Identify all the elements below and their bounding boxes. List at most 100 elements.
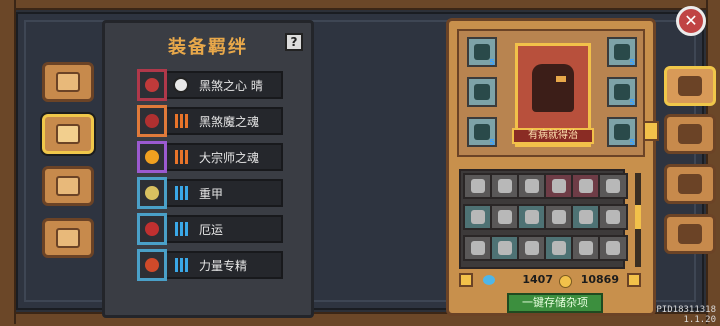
equipment-item-icon — [474, 124, 490, 140]
tab-settings[interactable] — [664, 214, 716, 254]
scroll-thumb[interactable] — [635, 205, 641, 229]
tab-equipment-bonds[interactable] — [42, 114, 94, 154]
equipment-slot[interactable] — [467, 77, 497, 107]
character-portrait[interactable]: 有病就得治 — [512, 43, 594, 147]
inventory-slot[interactable] — [598, 204, 628, 230]
inventory-item-icon — [579, 179, 593, 193]
bond-orb-icon — [145, 258, 159, 272]
expand-arrow-icon[interactable] — [643, 121, 659, 141]
bond-level-bar — [185, 150, 188, 164]
hero-sprite — [532, 64, 574, 112]
bond-row[interactable]: 黑煞魔之魂 — [137, 105, 283, 137]
inventory-item-icon — [525, 210, 539, 224]
inventory-slot[interactable] — [571, 204, 601, 230]
store-all-button[interactable]: 一键存储杂项 — [507, 293, 603, 313]
bond-row[interactable]: 重甲 — [137, 177, 283, 209]
inventory-scrollbar[interactable] — [635, 173, 641, 267]
inventory-panel: 5 5 5 5 5 有病就得治 1407 10869 一键存储杂项 — [446, 18, 659, 316]
bond-orb-icon — [145, 114, 159, 128]
inventory-slot[interactable] — [598, 173, 628, 199]
bond-level-bar — [180, 186, 183, 200]
inventory-slot[interactable] — [463, 235, 493, 261]
tab-gems[interactable] — [42, 166, 94, 206]
inventory-slot[interactable] — [490, 173, 520, 199]
equipment-level-badge: 5 — [489, 138, 495, 147]
tab-helmet[interactable] — [664, 66, 716, 106]
inventory-item-icon — [606, 241, 620, 255]
equipment-level-badge: 5 — [489, 58, 495, 67]
bond-row[interactable]: 厄运 — [137, 213, 283, 245]
equipment-item-icon — [614, 84, 630, 100]
tab-skills[interactable] — [664, 164, 716, 204]
star-icon — [678, 174, 702, 194]
equipment-level-badge: 5 — [629, 98, 635, 107]
equipment-level-badge: 5 — [629, 138, 635, 147]
inventory-slot[interactable] — [517, 173, 547, 199]
bond-label: 大宗师之魂 — [199, 151, 260, 165]
equipment-item-icon — [614, 124, 630, 140]
bond-level-bar — [175, 258, 178, 272]
equipment-slot[interactable]: 5 — [607, 37, 637, 67]
inventory-item-icon — [498, 241, 512, 255]
inventory-slot[interactable] — [463, 204, 493, 230]
equipment-slot[interactable]: 5 — [607, 77, 637, 107]
gems-icon — [56, 176, 80, 196]
bond-label: 重甲 — [199, 187, 224, 201]
scroll-icon — [56, 124, 80, 144]
inventory-slot[interactable] — [598, 235, 628, 261]
equipment-slot[interactable]: 5 — [467, 37, 497, 67]
bond-level-bar — [175, 114, 178, 128]
character-tag: 有病就得治 — [512, 128, 594, 144]
close-button[interactable]: ✕ — [676, 6, 706, 36]
bond-level-bar — [185, 258, 188, 272]
bond-level-bars — [175, 186, 188, 200]
inventory-item-icon — [498, 210, 512, 224]
inventory-slot[interactable] — [490, 235, 520, 261]
equipment-slot[interactable]: 5 — [607, 117, 637, 147]
gem-icon — [483, 275, 495, 285]
inventory-slot[interactable] — [571, 235, 601, 261]
inventory-item-icon — [552, 179, 566, 193]
inventory-slot[interactable] — [544, 235, 574, 261]
gear-icon — [678, 224, 702, 244]
lock-icon[interactable] — [459, 273, 473, 287]
equipment-slot[interactable]: 5 — [467, 117, 497, 147]
bond-row[interactable]: 力量专精 — [137, 249, 283, 281]
inventory-slot[interactable] — [490, 204, 520, 230]
bond-icon — [137, 105, 167, 137]
wood-border-left — [0, 0, 16, 324]
tab-book[interactable] — [42, 62, 94, 102]
inventory-slot[interactable] — [517, 235, 547, 261]
bond-level-bars — [175, 150, 188, 164]
bond-row[interactable]: 大宗师之魂 — [137, 141, 283, 173]
wheel-icon — [56, 228, 80, 248]
bond-level-bars — [175, 258, 188, 272]
bond-icon — [137, 249, 167, 281]
inventory-item-icon — [606, 210, 620, 224]
bond-level-bar — [180, 114, 183, 128]
inventory-slot[interactable] — [544, 173, 574, 199]
bond-level-bar — [185, 222, 188, 236]
inventory-item-icon — [579, 210, 593, 224]
tools-icon — [678, 124, 702, 144]
inventory-slot[interactable] — [517, 204, 547, 230]
bond-label: 黑煞魔之魂 — [199, 115, 260, 129]
bond-row[interactable]: 黑煞之心 晴 — [137, 69, 283, 101]
help-button[interactable]: ? — [285, 33, 303, 51]
tab-steering[interactable] — [42, 218, 94, 258]
grid-toggle-icon[interactable] — [627, 273, 641, 287]
bond-orb-icon — [145, 150, 159, 164]
inventory-item-icon — [579, 241, 593, 255]
bond-level-bar — [185, 186, 188, 200]
tab-tools[interactable] — [664, 114, 716, 154]
bond-label: 黑煞之心 晴 — [199, 79, 263, 93]
bond-level-bar — [175, 150, 178, 164]
bond-icon — [137, 141, 167, 173]
inventory-item-icon — [471, 179, 485, 193]
bond-symbol-icon — [173, 77, 189, 93]
inventory-slot[interactable] — [571, 173, 601, 199]
inventory-item-icon — [525, 179, 539, 193]
bond-orb-icon — [145, 78, 159, 92]
inventory-slot[interactable] — [544, 204, 574, 230]
inventory-slot[interactable] — [463, 173, 493, 199]
